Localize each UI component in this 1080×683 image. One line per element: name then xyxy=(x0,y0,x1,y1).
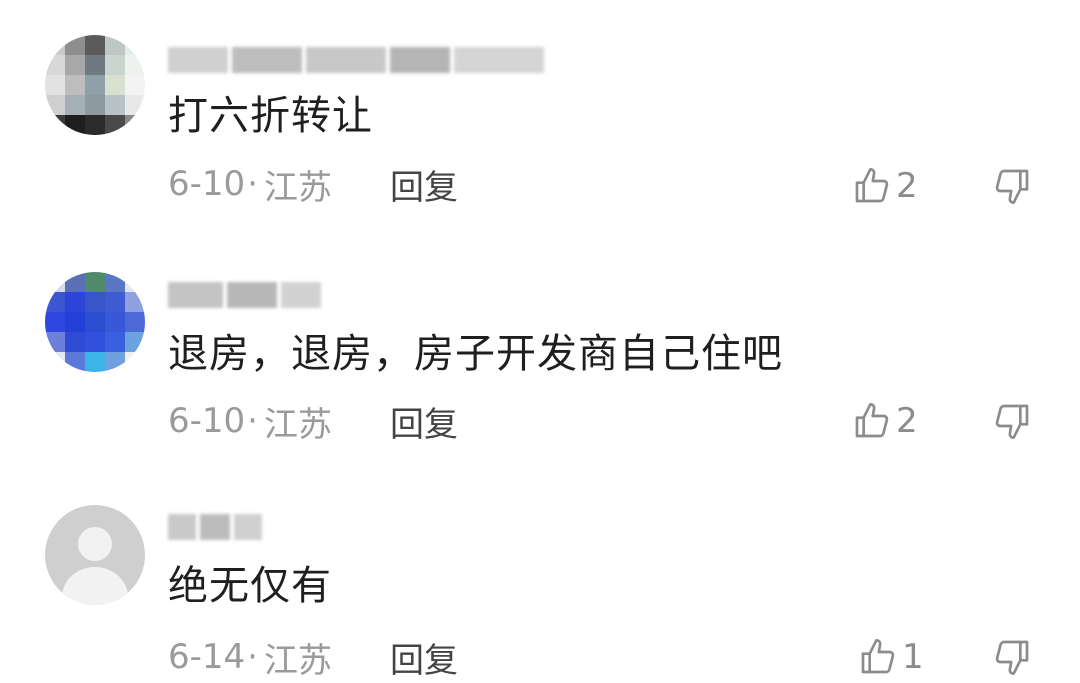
dislike-button[interactable] xyxy=(992,635,1032,679)
thumbs-down-icon xyxy=(992,637,1032,677)
comment-item: 绝无仅有 6-14 · 江苏 回复 1 xyxy=(0,0,1080,683)
like-count: 1 xyxy=(902,637,924,677)
comment-location: 江苏 xyxy=(263,640,332,681)
username-blurred[interactable] xyxy=(168,512,262,542)
avatar[interactable] xyxy=(45,505,145,605)
thumbs-up-icon xyxy=(858,637,898,677)
default-avatar-head xyxy=(78,527,112,561)
default-avatar-body xyxy=(62,567,128,605)
reply-button[interactable]: 回复 xyxy=(390,637,458,681)
comment-meta: 6-14 · 江苏 xyxy=(168,637,332,681)
separator-dot: · xyxy=(247,637,258,677)
comment-date: 6-14 xyxy=(168,637,246,677)
like-button[interactable]: 1 xyxy=(858,635,924,679)
comment-text: 绝无仅有 xyxy=(168,563,332,609)
